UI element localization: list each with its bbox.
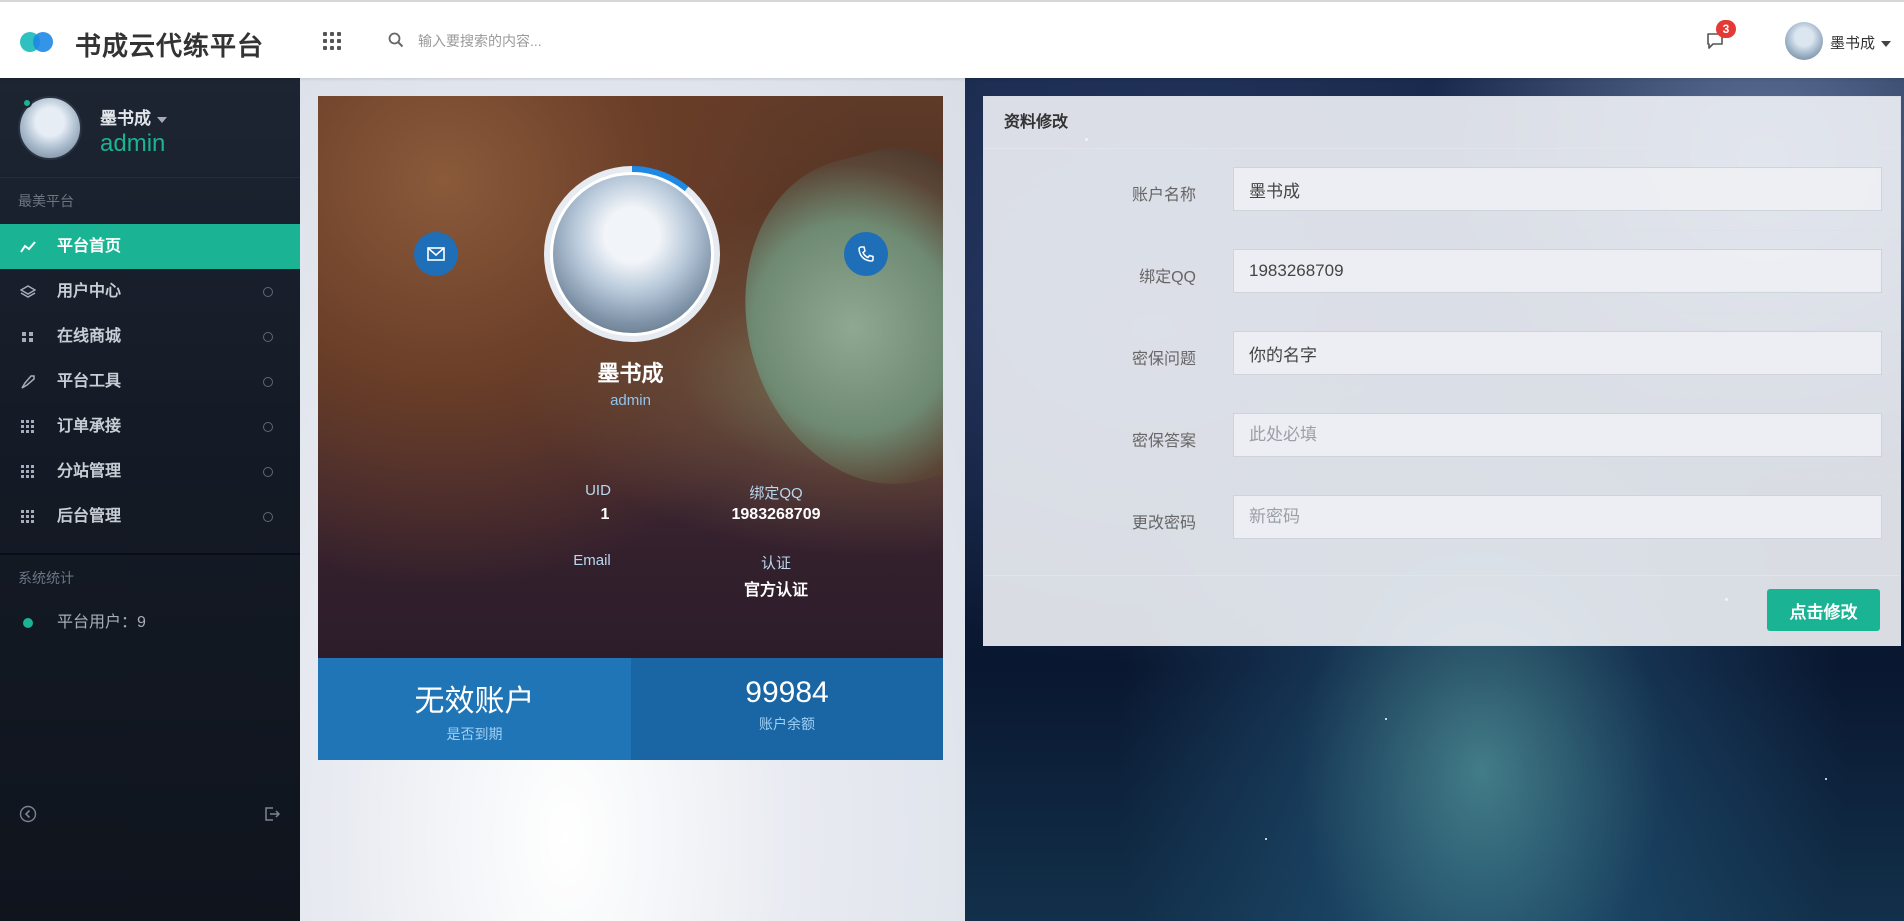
notification-badge: 3: [1716, 20, 1736, 38]
panel-footer: 点击修改: [984, 575, 1900, 645]
auth-label: 认证: [760, 555, 791, 572]
account-status-label: 是否到期: [446, 726, 503, 742]
sidebar-stats-title: 系统统计: [18, 570, 74, 586]
sidebar-item-label: 订单承接: [57, 418, 122, 435]
brand-title[interactable]: 书成云代练平台: [75, 26, 264, 63]
email-button[interactable]: [414, 232, 458, 276]
expand-circle-icon: [263, 287, 273, 297]
grid-icon: [21, 510, 34, 523]
sidebar-item-label: 在线商城: [57, 328, 122, 345]
sidebar-item-shop[interactable]: 在线商城: [0, 314, 300, 359]
collapse-sidebar-icon[interactable]: [19, 805, 37, 823]
uid-value: 1: [600, 506, 610, 523]
rocket-icon: [21, 375, 35, 389]
stat-platform-users: 平台用户：9: [0, 601, 300, 645]
field-label: 密保问题: [1131, 351, 1196, 368]
star-decoration: [1385, 718, 1387, 720]
security-question-input[interactable]: [1233, 331, 1882, 375]
search-input[interactable]: [418, 26, 818, 56]
sidebar-item-label: 分站管理: [57, 463, 122, 480]
profile-role: admin: [610, 392, 651, 409]
search-icon[interactable]: [388, 32, 404, 48]
form-row-security-question: 密保问题: [984, 313, 1900, 395]
grid-icon: [21, 465, 34, 478]
sidebar-username: 墨书成: [100, 109, 151, 128]
sidebar-item-user-center[interactable]: 用户中心: [0, 269, 300, 314]
star-decoration: [1825, 778, 1827, 780]
apps-grid-icon[interactable]: [323, 32, 341, 50]
layers-icon: [20, 285, 36, 298]
form-row-qq: 绑定QQ: [984, 231, 1900, 313]
header-username: 墨书成: [1830, 35, 1876, 52]
expand-circle-icon: [263, 332, 273, 342]
status-dot: [23, 618, 33, 628]
profile-avatar[interactable]: [550, 172, 714, 336]
chevron-down-icon: [157, 116, 167, 123]
email-label: Email: [573, 552, 611, 569]
star-decoration: [1265, 838, 1267, 840]
expand-circle-icon: [263, 512, 273, 522]
chart-line-icon: [20, 241, 36, 253]
expand-circle-icon: [263, 467, 273, 477]
mail-icon: [427, 247, 445, 261]
new-password-input[interactable]: [1233, 495, 1882, 539]
form-row-security-answer: 密保答案: [984, 395, 1900, 477]
panel-title: 资料修改: [984, 97, 1900, 149]
header-user-menu[interactable]: 墨书成: [1830, 32, 1892, 53]
sidebar-item-label: 用户中心: [57, 283, 122, 300]
qq-value: 1983268709: [731, 506, 821, 523]
submit-button[interactable]: 点击修改: [1767, 589, 1880, 631]
uid-label: UID: [585, 482, 611, 499]
sidebar-item-label: 平台首页: [57, 238, 122, 255]
grid-icon: [21, 420, 34, 433]
qq-label: 绑定QQ: [749, 485, 803, 502]
brand-logo[interactable]: [20, 30, 54, 52]
heart-background-image: [709, 127, 943, 515]
profile-avatar-ring: [544, 166, 720, 342]
field-label: 更改密码: [1131, 515, 1196, 532]
sidebar: 墨书成 admin 最美平台 平台首页 用户中心 在线商城 平台工具 订单承接 …: [0, 78, 300, 921]
phone-button[interactable]: [844, 232, 888, 276]
sidebar-section-title: 最美平台: [18, 193, 74, 209]
sidebar-item-home[interactable]: 平台首页: [0, 224, 300, 269]
security-answer-input[interactable]: [1233, 413, 1882, 457]
sidebar-item-substation[interactable]: 分站管理: [0, 449, 300, 494]
form-row-password: 更改密码: [984, 477, 1900, 559]
account-name-input[interactable]: [1233, 167, 1882, 211]
logout-icon[interactable]: [263, 805, 281, 823]
balance-label: 账户余额: [759, 716, 815, 732]
profile-edit-panel: 资料修改 账户名称 绑定QQ 密保问题 密保答案 更改密码 点击修改: [983, 96, 1901, 646]
top-header: 书成云代练平台 3 墨书成: [0, 0, 1904, 78]
sidebar-item-tools[interactable]: 平台工具: [0, 359, 300, 404]
phone-icon: [858, 246, 874, 262]
balance-box: 99984 账户余额: [631, 658, 943, 760]
balance-value: 99984: [745, 676, 829, 709]
stat-label: 平台用户：9: [57, 614, 146, 631]
sidebar-item-orders[interactable]: 订单承接: [0, 404, 300, 449]
account-status-value: 无效账户: [414, 685, 535, 718]
sidebar-user-role: admin: [100, 130, 166, 157]
sidebar-item-admin[interactable]: 后台管理: [0, 494, 300, 539]
form-row-account-name: 账户名称: [984, 149, 1900, 231]
sidebar-user-menu[interactable]: 墨书成: [100, 104, 167, 129]
field-label: 绑定QQ: [1139, 269, 1196, 286]
account-status-box: 无效账户 是否到期: [318, 658, 631, 760]
expand-circle-icon: [263, 422, 273, 432]
chevron-down-icon: [1881, 41, 1892, 48]
online-status-dot: [22, 98, 32, 108]
auth-value: 官方认证: [743, 582, 808, 599]
field-label: 密保答案: [1131, 433, 1196, 450]
qq-input[interactable]: [1233, 249, 1882, 293]
sidebar-item-label: 平台工具: [57, 373, 122, 390]
header-avatar[interactable]: [1785, 22, 1823, 60]
sidebar-user-panel: 墨书成 admin: [0, 78, 300, 178]
profile-card: 墨书成 admin UID 1 绑定QQ 1983268709 Email 认证…: [318, 96, 943, 658]
sidebar-item-label: 后台管理: [57, 508, 122, 525]
apps-icon: [22, 332, 33, 342]
profile-name: 墨书成: [597, 361, 664, 386]
expand-circle-icon: [263, 377, 273, 387]
field-label: 账户名称: [1131, 187, 1196, 204]
